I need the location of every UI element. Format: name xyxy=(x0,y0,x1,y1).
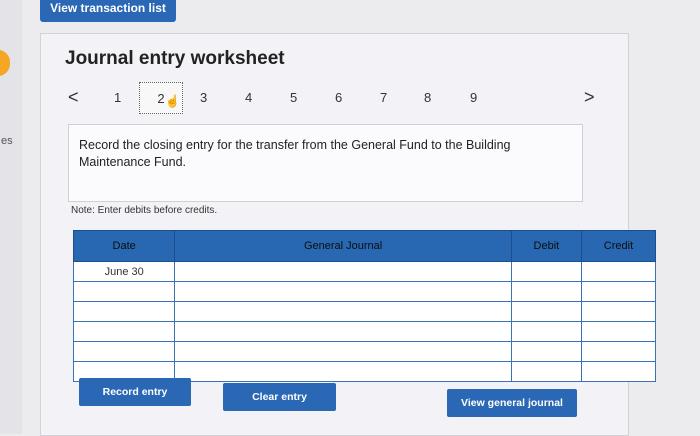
page-7[interactable]: 7 xyxy=(380,90,387,105)
date-cell[interactable] xyxy=(72,341,176,362)
record-entry-button[interactable]: Record entry xyxy=(79,378,191,406)
page-1[interactable]: 1 xyxy=(114,90,121,105)
account-cell[interactable] xyxy=(174,341,512,362)
debit-cell[interactable] xyxy=(510,261,582,282)
credit-cell[interactable] xyxy=(580,301,657,322)
page-5[interactable]: 5 xyxy=(290,90,297,105)
page-2-label: 2 xyxy=(157,90,165,106)
credit-cell[interactable] xyxy=(580,281,657,302)
pager: < 1 2 ☝ 3 4 5 6 7 8 9 > xyxy=(60,82,610,114)
account-cell[interactable] xyxy=(174,361,512,382)
debit-cell[interactable] xyxy=(510,361,582,382)
table-row xyxy=(72,341,657,362)
debit-cell[interactable] xyxy=(510,341,582,362)
page-9[interactable]: 9 xyxy=(470,90,477,105)
table-row: June 30 xyxy=(72,261,657,282)
credit-cell[interactable] xyxy=(580,361,657,382)
account-cell[interactable] xyxy=(174,281,512,302)
page-6[interactable]: 6 xyxy=(335,90,342,105)
hand-cursor-icon: ☝ xyxy=(165,94,180,108)
date-cell[interactable] xyxy=(72,281,176,302)
side-text: es xyxy=(1,135,13,147)
view-transaction-list-button[interactable]: View transaction list xyxy=(40,0,176,22)
header-general-journal: General Journal xyxy=(174,230,512,262)
header-credit: Credit xyxy=(580,230,657,262)
page-8[interactable]: 8 xyxy=(424,90,431,105)
page-title: Journal entry worksheet xyxy=(65,48,285,69)
debit-cell[interactable] xyxy=(510,321,582,342)
debit-cell[interactable] xyxy=(510,301,582,322)
date-cell[interactable] xyxy=(72,321,176,342)
page-2-current[interactable]: 2 ☝ xyxy=(139,82,183,114)
page-4[interactable]: 4 xyxy=(245,90,252,105)
credit-cell[interactable] xyxy=(580,261,657,282)
date-cell[interactable] xyxy=(72,301,176,322)
header-date: Date xyxy=(72,230,176,262)
table-row xyxy=(72,301,657,322)
instruction-text: Record the closing entry for the transfe… xyxy=(79,138,511,169)
page-3[interactable]: 3 xyxy=(200,90,207,105)
credit-cell[interactable] xyxy=(580,341,657,362)
view-general-journal-button[interactable]: View general journal xyxy=(447,389,577,417)
credit-cell[interactable] xyxy=(580,321,657,342)
prev-arrow-icon[interactable]: < xyxy=(68,87,79,108)
header-debit: Debit xyxy=(510,230,582,262)
account-cell[interactable] xyxy=(174,301,512,322)
note-text: Note: Enter debits before credits. xyxy=(71,205,218,216)
table-row xyxy=(72,281,657,302)
account-cell[interactable] xyxy=(174,261,512,282)
next-arrow-icon[interactable]: > xyxy=(584,87,595,108)
date-cell[interactable]: June 30 xyxy=(72,261,176,282)
account-cell[interactable] xyxy=(174,321,512,342)
clear-entry-button[interactable]: Clear entry xyxy=(223,383,336,411)
instruction-box: Record the closing entry for the transfe… xyxy=(68,124,583,202)
journal-table: Date General Journal Debit Credit June 3… xyxy=(72,230,657,382)
debit-cell[interactable] xyxy=(510,281,582,302)
table-row xyxy=(72,321,657,342)
table-header-row: Date General Journal Debit Credit xyxy=(72,230,657,262)
